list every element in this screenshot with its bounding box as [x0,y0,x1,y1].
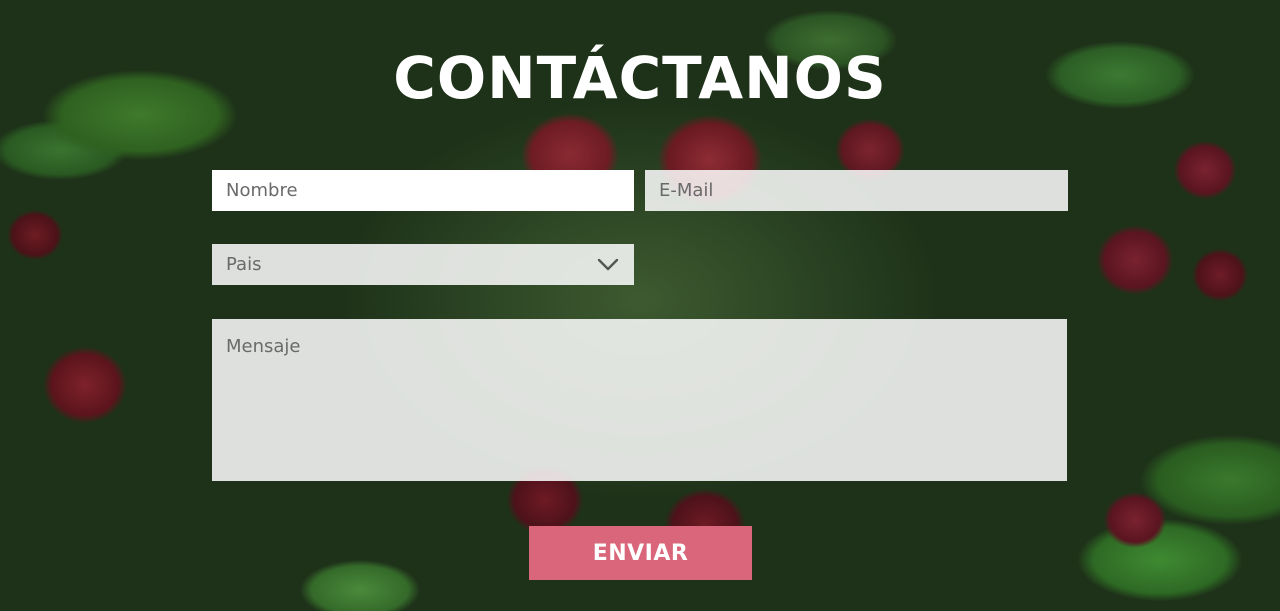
country-select[interactable]: Pais [212,244,634,285]
send-button[interactable]: ENVIAR [529,526,752,580]
page-title: CONTÁCTANOS [393,44,887,112]
country-select-value: Pais [226,254,262,275]
name-input[interactable] [212,170,634,211]
message-textarea[interactable] [212,319,1067,481]
chevron-down-icon [596,253,620,277]
email-input[interactable] [645,170,1068,211]
